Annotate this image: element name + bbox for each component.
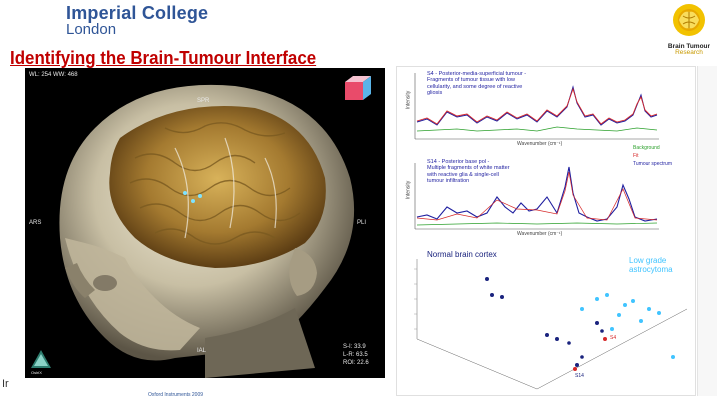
normal-cortex-label: Normal brain cortex (427, 250, 497, 259)
vertical-scrollbar[interactable] (697, 66, 717, 396)
footer-credit: Oxford Instruments 2009 (148, 392, 204, 398)
orientation-left: ARS (29, 220, 42, 226)
coord-si: S-I: 33.9 (343, 344, 366, 350)
bottom-spectrum-note: S14 - Posterior base pol - Multiple frag… (427, 159, 510, 184)
mri-3d-render: WL: 254 WW: 468 SPR ARS PLI IAL S-I: 33.… (25, 68, 385, 378)
bottom-note-line-2: Multiple fragments of white matter (427, 165, 510, 172)
top-note-line-2: Fragments of tumour tissue with low (427, 77, 516, 84)
top-y-label: Intensity (405, 90, 412, 110)
brain-logo-icon (673, 4, 705, 36)
analysis-panel: S4 - Posterior-media-superficial tumour … (396, 66, 696, 396)
window-level-readout: WL: 254 WW: 468 (29, 72, 78, 78)
coord-roi: ROI: 22.6 (343, 360, 369, 366)
logo-label-2: Research (675, 49, 703, 57)
coord-lr: L-R: 63.5 (343, 352, 368, 358)
bottom-note-line-3: with reactive glia & single-cell (427, 171, 499, 178)
low-grade-line-2: astrocytoma (629, 264, 673, 274)
institution-line2: London (66, 21, 117, 38)
footer-left-text: Ir (2, 378, 9, 390)
orientation-right: PLI (357, 220, 367, 226)
orientation-bottom: IAL (197, 348, 207, 354)
skull-rendering (31, 76, 371, 378)
vendor-label: OsiriX (31, 370, 42, 375)
bottom-y-label: Intensity (405, 180, 412, 200)
top-note-line-3: cellularity, and some degree of reactive (427, 83, 523, 90)
institution-logo: Imperial College London (66, 4, 208, 37)
top-spectrum-note: S4 - Posterior-media-superficial tumour … (427, 71, 526, 96)
osirix-logo-icon (31, 350, 51, 368)
orientation-cube-icon (345, 76, 371, 100)
brain-tumour-research-logo: Brain Tumour Research (660, 2, 718, 58)
orientation-top: SPR (197, 98, 210, 104)
point-label-s14: S14 (575, 373, 584, 379)
slide-title: Identifying the Brain-Tumour Interface (10, 48, 317, 68)
legend-fit: Fit (633, 153, 639, 159)
institution-line1: Imperial College (66, 3, 209, 23)
top-note-line-4: gliosis (427, 89, 443, 96)
legend-background: Background (633, 145, 660, 151)
point-label-s4: S4 (610, 335, 617, 341)
bottom-x-label: Wavenumber (cm⁻¹) (517, 231, 563, 237)
low-grade-label: Low grade astrocytoma (629, 256, 673, 275)
bottom-note-line-4: tumour infiltration (427, 177, 470, 184)
top-x-label: Wavenumber (cm⁻¹) (517, 141, 563, 147)
legend-tumour-spectrum: Tumour spectrum (633, 161, 672, 167)
